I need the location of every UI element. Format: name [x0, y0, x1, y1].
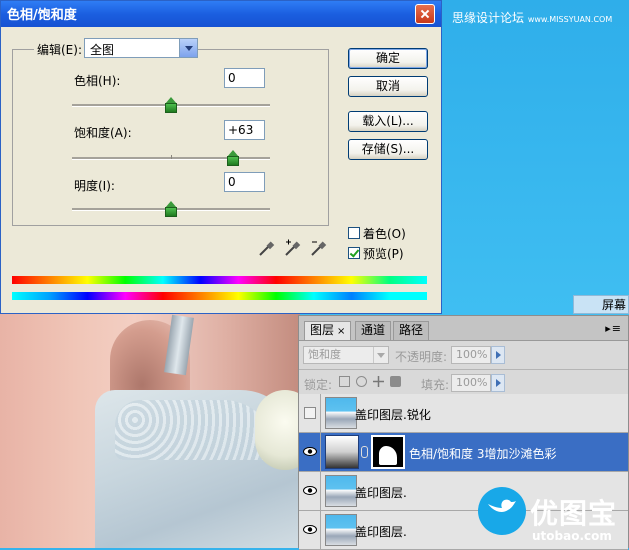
layer-row-selected[interactable]: 色相/饱和度 3增加沙滩色彩: [299, 433, 628, 472]
fill-input[interactable]: 100%: [451, 374, 491, 392]
blend-row: 饱和度 不透明度: 100%: [299, 341, 628, 370]
eye-icon: [303, 525, 317, 534]
preview-label: 预览(P): [363, 247, 404, 261]
dialog-title: 色相/饱和度: [7, 8, 77, 23]
fill-arrow-icon[interactable]: [491, 374, 505, 392]
lock-move-icon[interactable]: [373, 376, 384, 387]
lock-label: 锁定:: [304, 378, 333, 392]
opacity-input[interactable]: 100%: [451, 346, 491, 364]
layer-row[interactable]: 盖印图层.锐化: [299, 394, 628, 433]
saturation-input[interactable]: +63: [224, 120, 265, 140]
saturation-value: +63: [228, 123, 254, 137]
eyedropper-plus-icon[interactable]: [284, 239, 302, 257]
layer-thumbnail: [325, 475, 357, 507]
chevron-down-icon: [373, 347, 388, 363]
lightness-label: 明度(I):: [74, 179, 115, 193]
close-icon[interactable]: [415, 4, 435, 24]
spectrum-bar-output: [12, 292, 427, 300]
edit-range-select[interactable]: 全图: [84, 38, 198, 58]
eye-icon: [303, 447, 317, 456]
save-button[interactable]: 存储(S)...: [348, 139, 428, 160]
layer-name[interactable]: 盖印图层.: [355, 484, 407, 501]
saturation-slider-thumb[interactable]: [227, 150, 240, 167]
opacity-arrow-icon[interactable]: [491, 346, 505, 364]
saturation-label: 饱和度(A):: [74, 126, 132, 140]
tab-channels[interactable]: 通道: [355, 321, 392, 340]
load-button[interactable]: 载入(L)...: [348, 111, 428, 132]
tab-close-icon[interactable]: ×: [337, 326, 345, 337]
watermark-text: 思缘设计论坛: [452, 11, 525, 25]
lightness-value: 0: [228, 175, 236, 189]
visibility-toggle[interactable]: [299, 394, 321, 432]
dialog-titlebar[interactable]: 色相/饱和度: [1, 1, 441, 27]
blend-mode-select[interactable]: 饱和度: [303, 346, 389, 364]
visibility-toggle[interactable]: [299, 511, 321, 549]
visibility-toggle[interactable]: [299, 433, 321, 471]
hue-input[interactable]: 0: [224, 68, 265, 88]
tab-layers[interactable]: 图层 ×: [304, 321, 352, 340]
tab-layers-label: 图层: [310, 323, 335, 337]
hue-value: 0: [228, 71, 236, 85]
cancel-button[interactable]: 取消: [348, 76, 428, 97]
logo-url: utobao.com: [532, 529, 612, 543]
layer-thumbnail: [325, 397, 357, 429]
layers-tabbar: 图层 × 通道 路径 ▸≡: [299, 316, 628, 341]
eye-icon: [303, 486, 317, 495]
preview-checkbox[interactable]: [348, 247, 360, 259]
eyedropper-icon[interactable]: [258, 239, 276, 257]
edit-label: 编辑(E):: [34, 41, 85, 58]
layer-name[interactable]: 色相/饱和度 3增加沙滩色彩: [409, 445, 557, 462]
lightness-slider-thumb[interactable]: [165, 201, 178, 218]
logo-name: 优图宝: [530, 497, 618, 530]
eyedropper-minus-icon[interactable]: [310, 239, 328, 257]
watermark-site: www.MISSYUAN.COM: [527, 15, 613, 24]
bird-logo-icon: [488, 499, 516, 512]
layer-name[interactable]: 盖印图层.锐化: [355, 406, 431, 423]
saturation-center-tick: [171, 155, 172, 159]
chevron-down-icon[interactable]: [179, 39, 197, 57]
ok-button[interactable]: 确定: [348, 48, 428, 69]
visibility-off-box: [304, 407, 316, 419]
panel-menu-icon[interactable]: ▸≡: [605, 322, 622, 335]
hue-slider-thumb[interactable]: [165, 97, 178, 114]
adjustment-thumbnail: [325, 435, 359, 469]
blend-mode-value: 饱和度: [308, 348, 341, 361]
lock-transparency-icon[interactable]: [339, 376, 350, 387]
colorize-checkbox[interactable]: [348, 227, 360, 239]
link-icon[interactable]: [361, 446, 368, 458]
hue-saturation-dialog: 色相/饱和度 编辑(E): 全图 色相(H): 0 饱和度(A): +63 明度…: [0, 0, 442, 314]
adjustment-group-box: [12, 49, 329, 226]
tab-paths[interactable]: 路径: [393, 321, 430, 340]
lightness-input[interactable]: 0: [224, 172, 265, 192]
edit-range-value: 全图: [90, 43, 115, 57]
fill-label: 填充:: [421, 378, 450, 392]
layer-mask-thumbnail[interactable]: [371, 435, 405, 469]
opacity-label: 不透明度:: [395, 350, 448, 364]
background-photo-lace: [115, 400, 275, 460]
lock-paint-icon[interactable]: [356, 376, 367, 387]
layer-thumbnail: [325, 514, 357, 546]
visibility-toggle[interactable]: [299, 472, 321, 510]
hue-label: 色相(H):: [74, 74, 121, 88]
colorize-label: 着色(O): [363, 227, 406, 241]
lock-all-icon[interactable]: [390, 376, 401, 387]
layer-name[interactable]: 盖印图层.: [355, 523, 407, 540]
watermark: 思缘设计论坛 www.MISSYUAN.COM: [452, 9, 612, 26]
spectrum-bar-input: [12, 276, 427, 284]
screen-mode-chip[interactable]: 屏幕: [573, 295, 629, 314]
